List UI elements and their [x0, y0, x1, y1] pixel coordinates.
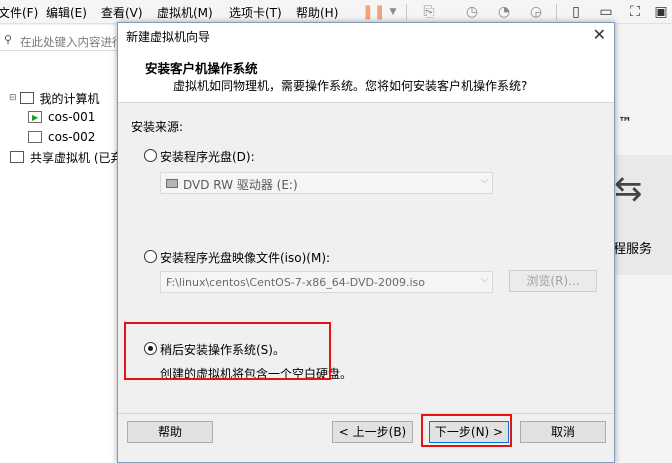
- menu-tabs[interactable]: 选项卡(T): [229, 4, 282, 21]
- radio-install-disc[interactable]: [144, 149, 157, 162]
- radio-install-iso[interactable]: [144, 250, 157, 263]
- tree-item-my-computer[interactable]: ⊟ 我的计算机: [9, 89, 100, 107]
- menu-view[interactable]: 查看(V): [101, 4, 143, 21]
- menu-bar: 文件(F) 编辑(E) 查看(V) 虚拟机(M) 选项卡(T) 帮助(H) ❚❚…: [0, 0, 672, 24]
- chevron-down-icon: ⌵: [481, 275, 488, 285]
- option-disc-label[interactable]: 安装程序光盘(D):: [160, 148, 255, 165]
- help-button[interactable]: 帮助: [127, 421, 213, 443]
- highlight-box: [124, 322, 331, 380]
- option-iso-label[interactable]: 安装程序光盘映像文件(iso)(M):: [160, 249, 330, 266]
- brand-trademark: ™: [618, 115, 632, 131]
- menu-vm[interactable]: 虚拟机(M): [157, 4, 213, 21]
- dialog-separator: [118, 413, 614, 414]
- toolbar-separator: [406, 4, 407, 20]
- toolbar-separator: [556, 4, 557, 20]
- step-subtitle: 虚拟机如同物理机，需要操作系统。您将如何安装客户机操作系统?: [173, 79, 528, 93]
- iso-path-combo[interactable]: F:\linux\centos\CentOS-7-x86_64-DVD-2009…: [160, 271, 493, 293]
- pause-icon[interactable]: ❚❚: [362, 3, 385, 21]
- vm-icon: [28, 131, 42, 143]
- step-title: 安装客户机操作系统: [145, 61, 258, 76]
- new-vm-wizard-dialog: 新建虚拟机向导 ✕ 安装客户机操作系统 虚拟机如同物理机，需要操作系统。您将如何…: [117, 22, 615, 463]
- library-view-icon[interactable]: ▯: [567, 3, 585, 21]
- collapse-icon[interactable]: ⊟: [9, 93, 17, 103]
- back-button[interactable]: < 上一步(B): [332, 421, 413, 443]
- dvd-drive-icon: [166, 179, 178, 188]
- dialog-title: 新建虚拟机向导: [126, 30, 211, 44]
- chevron-down-icon[interactable]: ▼: [384, 3, 402, 21]
- highlight-box: [421, 414, 512, 447]
- snapshot-icon[interactable]: ◷: [463, 3, 481, 21]
- dialog-titlebar: 新建虚拟机向导 ✕: [118, 23, 614, 48]
- disc-drive-select[interactable]: DVD RW 驱动器 (E:) ⌵: [160, 172, 493, 194]
- library-search-input[interactable]: ⚲ 在此处键入内容进行: [0, 31, 124, 51]
- chevron-down-icon: ⌵: [481, 176, 488, 186]
- vm-running-icon: ▶: [28, 111, 42, 123]
- browse-button[interactable]: 浏览(R)...: [509, 270, 597, 292]
- unity-icon[interactable]: ▣: [652, 3, 670, 21]
- fullscreen-icon[interactable]: ⛶: [626, 3, 644, 21]
- shared-vms-icon: [10, 151, 24, 163]
- search-icon: ⚲: [4, 33, 13, 46]
- menu-file[interactable]: 文件(F): [0, 4, 38, 21]
- revert-snapshot-icon[interactable]: ◔: [495, 3, 513, 21]
- tree-item-vm[interactable]: cos-002: [28, 128, 95, 146]
- send-keys-icon[interactable]: ⎘: [420, 3, 438, 21]
- snapshot-manager-icon[interactable]: ◶: [527, 3, 545, 21]
- cancel-button[interactable]: 取消: [520, 421, 606, 443]
- tree-item-shared-vms[interactable]: 共享虚拟机 (已弃: [10, 148, 123, 166]
- tree-item-vm[interactable]: ▶ cos-001: [28, 108, 95, 126]
- install-source-label: 安装来源:: [131, 120, 184, 134]
- close-icon[interactable]: ✕: [593, 25, 606, 45]
- console-view-icon[interactable]: ▭: [597, 3, 615, 21]
- library-pane: ⚲ 在此处键入内容进行 ⊟ 我的计算机 ▶ cos-001 cos-002 共享…: [0, 25, 124, 463]
- remote-arrows-icon: ⇆: [614, 169, 643, 209]
- menu-edit[interactable]: 编辑(E): [46, 4, 87, 21]
- menu-help[interactable]: 帮助(H): [296, 4, 338, 21]
- computer-icon: [19, 92, 34, 104]
- wizard-header: 安装客户机操作系统 虚拟机如同物理机，需要操作系统。您将如何安装客户机操作系统?: [118, 48, 614, 103]
